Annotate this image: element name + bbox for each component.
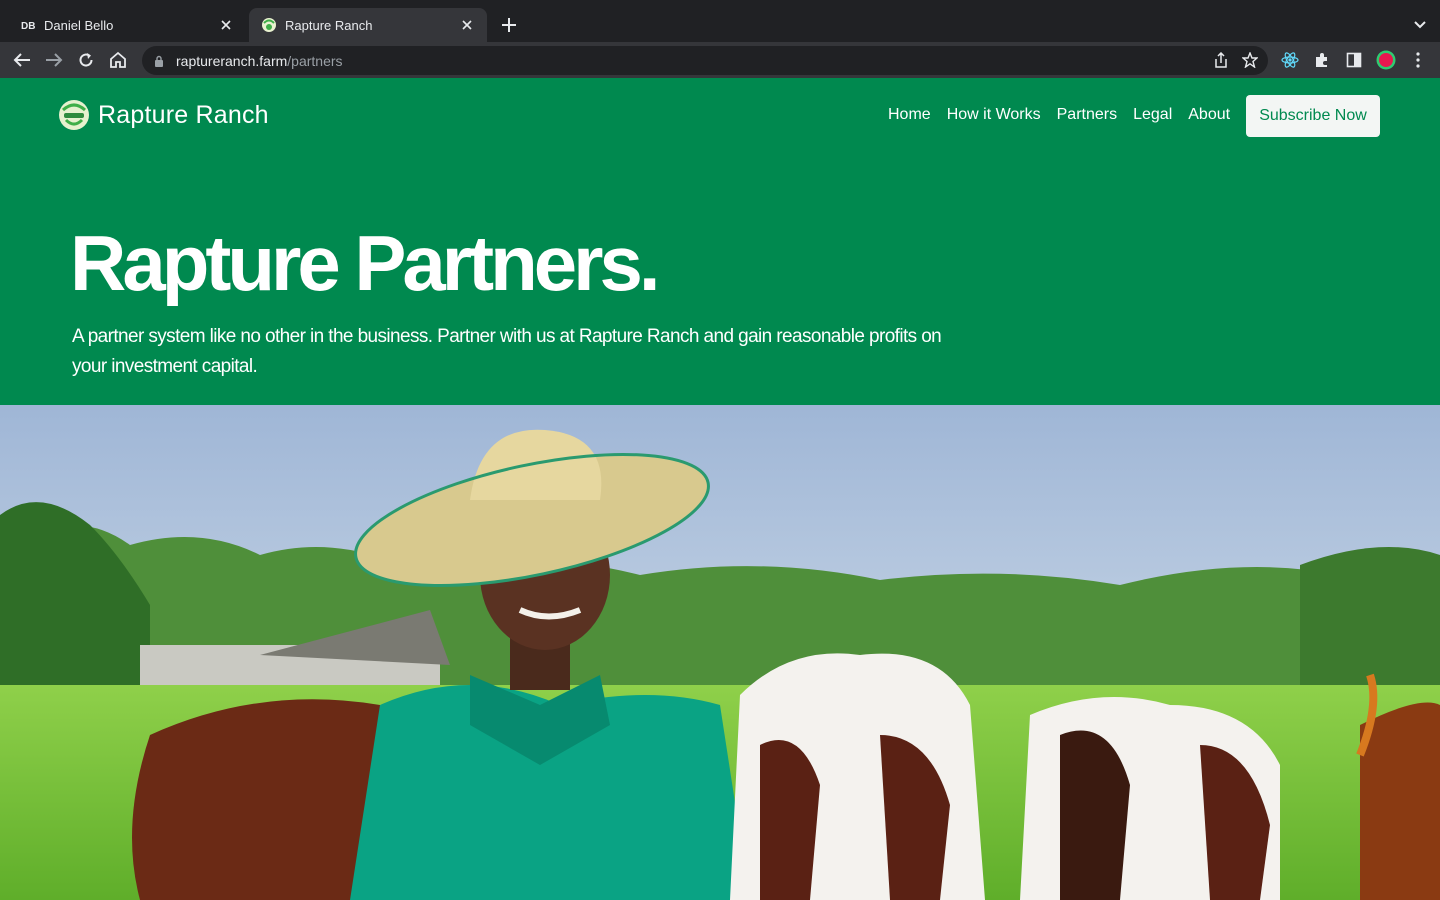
lock-icon[interactable]: [154, 54, 168, 68]
tab-title: Daniel Bello: [44, 17, 114, 33]
back-arrow-icon[interactable]: [12, 50, 32, 70]
rapture-ranch-favicon-icon: [261, 17, 277, 33]
new-tab-plus-icon[interactable]: [498, 14, 520, 36]
home-icon[interactable]: [108, 50, 128, 70]
main-nav: Home How it Works Partners Legal About: [888, 106, 1246, 124]
address-bar[interactable]: raptureranch.farm/partners: [142, 46, 1268, 75]
page-title: Rapture Partners.: [70, 219, 661, 307]
reload-icon[interactable]: [76, 50, 96, 70]
nav-legal[interactable]: Legal: [1133, 106, 1172, 124]
browser-menu-kebab-icon[interactable]: [1408, 50, 1428, 70]
rapture-ranch-logo-icon: [59, 100, 89, 130]
browser-tab-strip: DB Daniel Bello Rapture Ranch: [0, 0, 1440, 42]
bookmark-star-icon[interactable]: [1241, 51, 1259, 73]
close-icon[interactable]: [459, 17, 475, 33]
brand-name: Rapture Ranch: [98, 100, 269, 129]
side-panel-icon[interactable]: [1344, 50, 1364, 70]
nav-about[interactable]: About: [1188, 106, 1230, 124]
db-favicon-icon: DB: [20, 17, 36, 33]
site-header: Rapture Ranch Home How it Works Partners…: [0, 78, 1440, 154]
hero-image-farmer-with-cows: [0, 405, 1440, 900]
tab-title: Rapture Ranch: [285, 17, 373, 33]
url-text: raptureranch.farm/partners: [176, 52, 343, 69]
extensions-puzzle-icon[interactable]: [1312, 50, 1332, 70]
nav-how-it-works[interactable]: How it Works: [947, 106, 1041, 124]
browser-tab-rapture-ranch[interactable]: Rapture Ranch: [249, 8, 487, 42]
close-icon[interactable]: [218, 17, 234, 33]
subscribe-now-button[interactable]: Subscribe Now: [1246, 95, 1380, 137]
nav-home[interactable]: Home: [888, 106, 931, 124]
profile-avatar-icon[interactable]: [1376, 50, 1396, 70]
browser-tab-daniel-bello[interactable]: DB Daniel Bello: [8, 8, 246, 42]
tab-search-chevron-down-icon[interactable]: [1414, 16, 1426, 34]
nav-partners[interactable]: Partners: [1057, 106, 1117, 124]
share-icon[interactable]: [1214, 51, 1228, 73]
react-devtools-icon[interactable]: [1280, 50, 1300, 70]
hero-subtitle: A partner system like no other in the bu…: [72, 326, 942, 377]
brand-logo[interactable]: Rapture Ranch: [58, 98, 269, 132]
forward-arrow-icon[interactable]: [44, 50, 64, 70]
svg-text:DB: DB: [21, 21, 35, 32]
browser-toolbar: raptureranch.farm/partners: [0, 42, 1440, 78]
